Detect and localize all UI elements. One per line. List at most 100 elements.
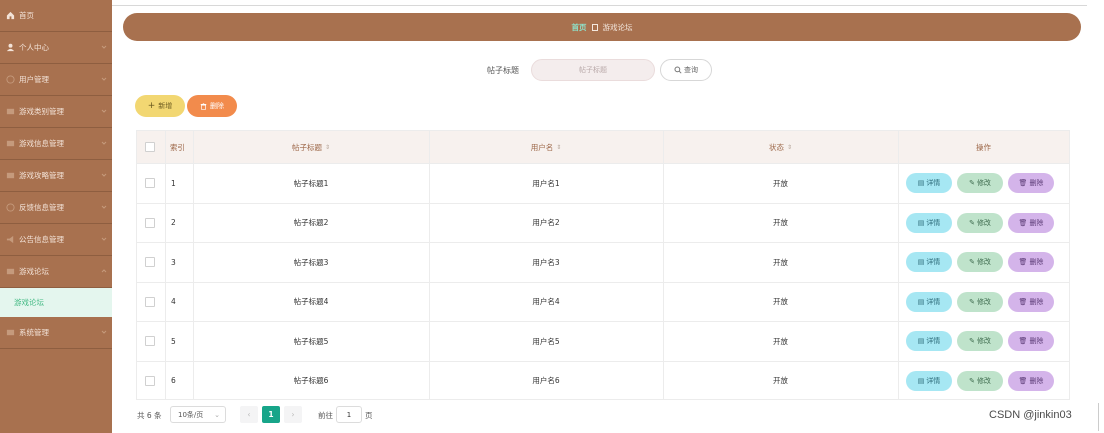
sidebar-item-label: 游戏论坛	[19, 267, 49, 276]
sidebar-item-personal-center[interactable]: 个人中心	[0, 32, 112, 64]
sidebar-item-label: 公告信息管理	[19, 235, 64, 244]
row-checkbox[interactable]	[145, 243, 155, 282]
edit-button[interactable]: ✎ 修改	[957, 212, 1003, 233]
cell-status: 开放	[773, 297, 788, 307]
cell-username: 用户名5	[532, 336, 560, 346]
cell-status: 开放	[773, 257, 788, 267]
sidebar-item-home[interactable]: 首页	[0, 0, 112, 32]
sidebar-item-label: 首页	[19, 11, 34, 20]
batch-delete-button[interactable]: 删除	[187, 95, 237, 117]
delete-button-label: 删除	[1029, 297, 1044, 306]
breadcrumb-home[interactable]: 首页	[572, 22, 587, 33]
header-title-label: 帖子标题	[291, 142, 322, 152]
edit-button[interactable]: ✎ 修改	[957, 173, 1003, 194]
delete-button[interactable]: 🗑 删除	[1008, 212, 1054, 233]
detail-button-label: 详情	[926, 376, 941, 385]
cell-username: 用户名4	[532, 297, 560, 307]
next-page-button[interactable]: ›	[284, 406, 302, 423]
header-status-label: 状态	[768, 142, 784, 152]
table-row: 2 帖子标题2 用户名2 开放 ▤ 详情 ✎ 修改 🗑 删除	[137, 202, 1069, 243]
pencil-icon: ✎	[969, 297, 975, 306]
delete-button[interactable]: 🗑 删除	[1008, 370, 1054, 391]
search-icon	[674, 66, 682, 74]
detail-button[interactable]: ▤ 详情	[906, 173, 952, 194]
select-all-checkbox[interactable]	[145, 131, 155, 163]
chevron-down-icon	[101, 141, 107, 145]
detail-icon: ▤	[917, 179, 925, 188]
header-status[interactable]: 状态 ⇕	[663, 131, 898, 163]
page-number-current[interactable]: 1	[262, 406, 280, 423]
sidebar-item-system[interactable]: 系统管理	[0, 317, 112, 349]
goto-page-input[interactable]: 1	[336, 406, 362, 423]
edit-button-label: 修改	[976, 218, 991, 227]
add-button[interactable]: + 新增	[135, 95, 185, 117]
detail-button-label: 详情	[926, 218, 941, 227]
detail-button[interactable]: ▤ 详情	[906, 331, 952, 352]
announcement-icon	[5, 235, 15, 245]
sort-icon: ⇕	[556, 143, 562, 151]
chevron-down-icon	[101, 330, 107, 334]
search-input[interactable]: 帖子标题	[531, 59, 655, 81]
breadcrumb-current: 游戏论坛	[602, 22, 633, 32]
edit-button[interactable]: ✎ 修改	[957, 291, 1003, 312]
menu-icon	[5, 171, 15, 181]
sidebar-subitem-game-forum[interactable]: 游戏论坛	[0, 288, 112, 317]
trash-icon: 🗑	[1018, 258, 1028, 267]
detail-button-label: 详情	[926, 337, 941, 346]
edit-button[interactable]: ✎ 修改	[957, 370, 1003, 391]
menu-icon	[5, 139, 15, 149]
sidebar-item-label: 反馈信息管理	[19, 203, 64, 212]
delete-button[interactable]: 🗑 删除	[1008, 291, 1054, 312]
breadcrumb: 首页 游戏论坛	[123, 13, 1081, 41]
delete-button[interactable]: 🗑 删除	[1008, 331, 1054, 352]
search-label: 帖子标题	[487, 66, 519, 75]
trash-icon: 🗑	[1018, 179, 1028, 188]
pencil-icon: ✎	[969, 337, 975, 346]
detail-button[interactable]: ▤ 详情	[906, 291, 952, 312]
detail-button[interactable]: ▤ 详情	[906, 252, 952, 273]
sidebar-item-announcement[interactable]: 公告信息管理	[0, 224, 112, 256]
cell-index: 4	[171, 297, 176, 307]
row-checkbox[interactable]	[145, 322, 155, 361]
row-checkbox[interactable]	[145, 362, 155, 401]
trash-icon: 🗑	[1018, 337, 1028, 346]
detail-button[interactable]: ▤ 详情	[906, 212, 952, 233]
info-icon	[5, 75, 15, 85]
pencil-icon: ✎	[969, 376, 975, 385]
cell-status: 开放	[773, 178, 788, 188]
header-username[interactable]: 用户名 ⇕	[429, 131, 663, 163]
sidebar-item-label: 个人中心	[19, 43, 49, 52]
goto-suffix: 页	[365, 411, 373, 420]
delete-button-label: 删除	[1029, 218, 1044, 227]
header-title[interactable]: 帖子标题 ⇕	[193, 131, 429, 163]
chevron-down-icon	[101, 77, 107, 81]
detail-button[interactable]: ▤ 详情	[906, 370, 952, 391]
page-size-select[interactable]: 10条/页 ⌄	[170, 406, 226, 423]
sidebar-item-user-management[interactable]: 用户管理	[0, 64, 112, 96]
search-button-label: 查询	[684, 66, 698, 74]
sidebar-item-game-category[interactable]: 游戏类别管理	[0, 96, 112, 128]
delete-button[interactable]: 🗑 删除	[1008, 252, 1054, 273]
row-checkbox[interactable]	[145, 283, 155, 322]
edit-button[interactable]: ✎ 修改	[957, 331, 1003, 352]
info-icon	[5, 203, 15, 213]
goto-prefix: 前往	[318, 411, 333, 420]
detail-icon: ▤	[917, 218, 925, 227]
detail-button-label: 详情	[926, 297, 941, 306]
table-header: 索引 帖子标题 ⇕ 用户名 ⇕ 状态 ⇕ 操作	[137, 131, 1069, 163]
cell-username: 用户名1	[532, 178, 560, 188]
prev-page-button[interactable]: ‹	[240, 406, 258, 423]
divider	[1098, 403, 1099, 431]
sidebar-item-game-info[interactable]: 游戏信息管理	[0, 128, 112, 160]
search-button[interactable]: 查询	[660, 59, 712, 81]
sidebar-item-feedback[interactable]: 反馈信息管理	[0, 192, 112, 224]
edit-button[interactable]: ✎ 修改	[957, 252, 1003, 273]
row-actions: ▤ 详情 ✎ 修改 🗑 删除	[906, 164, 1054, 203]
row-checkbox[interactable]	[145, 164, 155, 203]
sidebar-item-game-forum[interactable]: 游戏论坛	[0, 256, 112, 288]
trash-icon	[200, 102, 207, 110]
delete-button[interactable]: 🗑 删除	[1008, 173, 1054, 194]
sidebar-item-game-guide[interactable]: 游戏攻略管理	[0, 160, 112, 192]
row-checkbox[interactable]	[145, 204, 155, 243]
pencil-icon: ✎	[969, 218, 975, 227]
